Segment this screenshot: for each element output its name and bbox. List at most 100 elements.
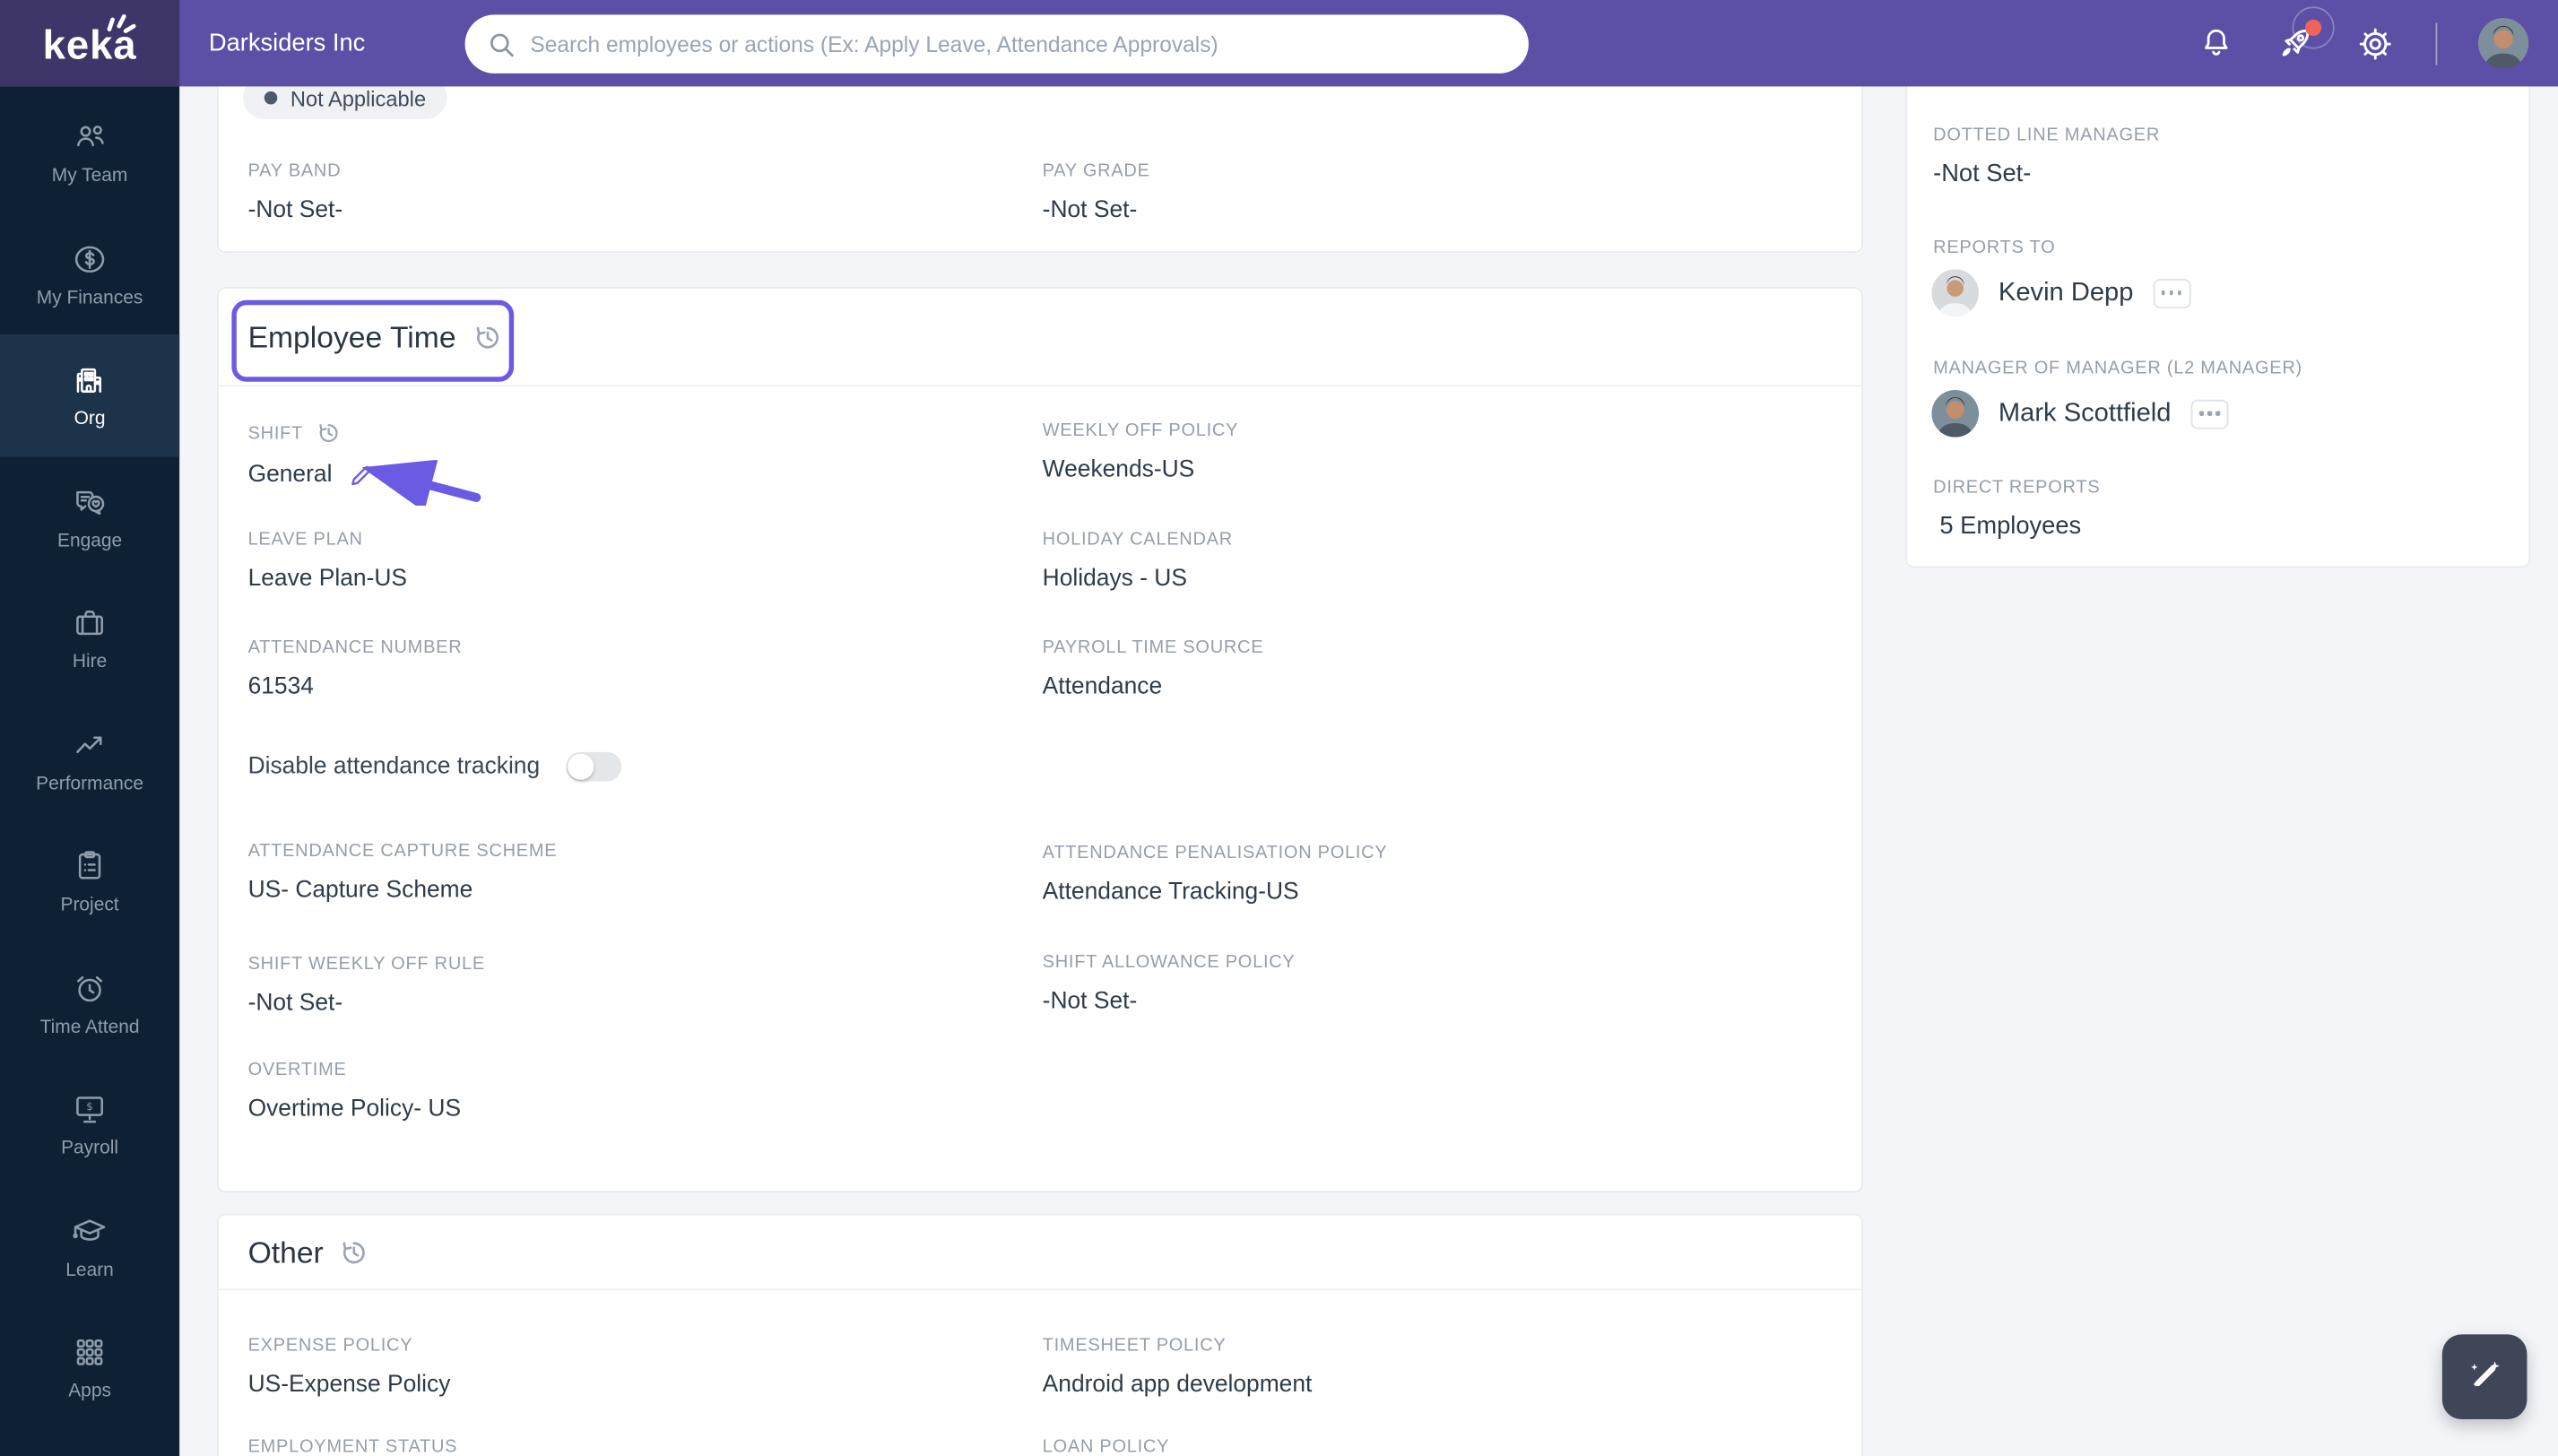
sidebar-item-org[interactable]: Org (0, 334, 180, 456)
disable-attendance-tracking-toggle[interactable] (566, 751, 622, 782)
employee-time-header: Employee Time (218, 289, 1862, 387)
sidebar-item-project[interactable]: Project (0, 820, 179, 942)
attendance-capture-scheme-label: ATTENDANCE CAPTURE SCHEME (247, 841, 558, 862)
finances-icon (74, 246, 105, 273)
apps-icon (76, 1339, 103, 1366)
org-icon (76, 368, 101, 394)
gear-icon (2359, 27, 2391, 59)
shift-weekly-off-rule-value: -Not Set- (247, 990, 343, 1017)
direct-reports-value[interactable]: 5 Employees (1939, 512, 2081, 540)
employment-status-label: EMPLOYMENT STATUS (247, 1436, 458, 1456)
shift-allowance-policy-value: -Not Set- (1042, 988, 1138, 1015)
sidebar-label: Apps (68, 1382, 111, 1402)
company-name: Darksiders Inc (208, 29, 366, 57)
whats-new-button[interactable] (2276, 5, 2335, 63)
other-header: Other (218, 1216, 1862, 1291)
status-dot-icon (264, 91, 278, 105)
reporting-panel: DOTTED LINE MANAGER -Not Set- REPORTS TO… (1905, 48, 2531, 568)
shift-value: General (247, 461, 333, 489)
assistant-wand-button[interactable] (2441, 1334, 2528, 1419)
user-avatar[interactable] (2477, 18, 2529, 69)
toggle-knob (568, 753, 594, 780)
edit-pencil-icon[interactable] (349, 463, 373, 487)
l2-manager-more-button[interactable] (2190, 398, 2229, 429)
sidebar-item-payroll[interactable]: $ Payroll (0, 1063, 179, 1185)
shift-label: SHIFT (247, 423, 304, 443)
sidebar-item-performance[interactable]: Performance (0, 699, 179, 821)
sidebar-label: Org (74, 410, 106, 429)
other-title: Other (247, 1234, 324, 1269)
manager-more-button[interactable] (2153, 278, 2191, 308)
attendance-capture-scheme-value: US- Capture Scheme (247, 877, 473, 905)
svg-text:$: $ (86, 1100, 93, 1113)
annotation-arrow (361, 460, 481, 507)
sidebar-item-apps[interactable]: Apps (0, 1306, 179, 1428)
overtime-label: OVERTIME (247, 1060, 347, 1080)
history-icon[interactable] (340, 1237, 369, 1267)
performance-icon (76, 736, 102, 753)
l2-manager-row: Mark Scottfield (1931, 389, 2229, 438)
loan-policy-label: LOAN POLICY (1042, 1436, 1170, 1456)
reports-to-row: Kevin Depp (1931, 269, 2191, 316)
l2-manager-name[interactable]: Mark Scottfield (1999, 399, 2172, 429)
sidebar-label: My Team (51, 167, 128, 186)
sidebar-label: Learn (65, 1261, 114, 1280)
sidebar-item-my-team[interactable]: My Team (0, 91, 179, 213)
l2-manager-avatar-photo (1931, 389, 1980, 438)
sidebar-item-my-finances[interactable]: My Finances (0, 212, 179, 334)
notification-dot (2304, 18, 2322, 36)
attendance-penalisation-policy-value: Attendance Tracking-US (1042, 879, 1299, 906)
settings-button[interactable] (2355, 23, 2395, 63)
notifications-button[interactable] (2196, 23, 2235, 63)
dotted-line-manager-label: DOTTED LINE MANAGER (1933, 126, 2161, 145)
top-bar: keka Darksiders Inc (0, 0, 2558, 87)
bell-icon (2204, 29, 2227, 56)
shift-allowance-policy-label: SHIFT ALLOWANCE POLICY (1042, 952, 1296, 973)
history-icon[interactable] (473, 322, 502, 351)
global-search (464, 14, 1529, 74)
engage-icon (76, 490, 105, 515)
sidebar-item-time-attend[interactable]: Time Attend (0, 942, 179, 1064)
sidebar-label: Time Attend (39, 1017, 140, 1037)
pay-band-value: -Not Set- (247, 197, 343, 224)
expense-policy-label: EXPENSE POLICY (247, 1336, 413, 1356)
sidebar-label: My Finances (36, 288, 143, 308)
search-input[interactable] (530, 31, 1506, 56)
sidebar-item-learn[interactable]: Learn (0, 1185, 179, 1307)
employee-time-title: Employee Time (247, 318, 456, 353)
history-icon[interactable] (316, 420, 341, 445)
sidebar-nav: My Team My Finances Org Engage Hire Perf… (0, 86, 180, 1456)
learn-icon (73, 1219, 106, 1241)
reports-to-label: REPORTS TO (1933, 238, 2056, 258)
logo-spark-icon (107, 13, 136, 33)
search-icon (490, 32, 514, 56)
reports-to-name[interactable]: Kevin Depp (1999, 278, 2134, 308)
payroll-time-source-label: PAYROLL TIME SOURCE (1042, 637, 1264, 658)
screen: keka Darksiders Inc Search employees or … (0, 0, 2558, 1456)
sidebar-label: Performance (36, 774, 143, 794)
employee-time-card: Employee Time SHIFT General WEEKLY OFF P… (216, 287, 1863, 1193)
leave-plan-label: LEAVE PLAN (247, 530, 363, 550)
timesheet-policy-label: TIMESHEET POLICY (1042, 1336, 1227, 1356)
sidebar-item-hire[interactable]: Hire (0, 577, 179, 699)
hire-icon (76, 611, 103, 636)
payroll-icon: $ (76, 1096, 103, 1123)
manager-avatar[interactable] (1931, 269, 1980, 316)
project-icon (78, 851, 101, 880)
l2-manager-avatar[interactable] (1931, 389, 1980, 438)
timesheet-policy-value: Android app development (1042, 1372, 1313, 1399)
time-attend-icon (77, 975, 103, 1001)
sidebar-label: Payroll (61, 1139, 119, 1159)
pay-band-label: PAY BAND (247, 161, 342, 181)
magic-wand-icon (2470, 1361, 2500, 1387)
sidebar-item-engage[interactable]: Engage (0, 456, 179, 578)
pay-grade-label: PAY GRADE (1042, 161, 1150, 181)
keka-logo[interactable]: keka (0, 0, 180, 87)
disable-attendance-tracking-label: Disable attendance tracking (247, 753, 541, 780)
sidebar-label: Project (60, 896, 119, 916)
payroll-time-source-value: Attendance (1042, 673, 1163, 700)
topbar-actions (2196, 0, 2529, 86)
manager-avatar-photo (1931, 269, 1980, 316)
team-icon (77, 126, 104, 147)
dotted-line-manager-value: -Not Set- (1933, 160, 2032, 188)
